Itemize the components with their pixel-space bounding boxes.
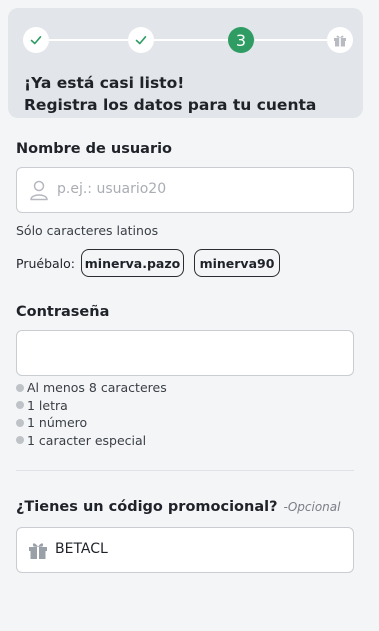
step-3-current: 3: [228, 27, 254, 53]
suggestion-chip-minerva90[interactable]: minerva90: [194, 249, 280, 277]
password-rule: 1 número: [16, 414, 167, 432]
username-input[interactable]: p.ej.: usuario20: [16, 167, 354, 213]
suggestions-label: Pruébalo:: [16, 256, 75, 271]
optional-tag: -Opcional: [283, 500, 341, 514]
step-connector: [49, 39, 128, 41]
rule-text: 1 letra: [27, 397, 68, 413]
password-rule: 1 letra: [16, 397, 167, 415]
registration-page: 3 ¡Ya está casi listo! Registra los dato…: [0, 0, 379, 631]
step-2-completed: [128, 27, 154, 53]
step-number: 3: [235, 30, 247, 50]
password-input[interactable]: [16, 330, 354, 376]
stepper: 3: [23, 27, 353, 53]
step-connector: [255, 39, 327, 41]
progress-title: ¡Ya está casi listo! Registra los datos …: [24, 72, 354, 116]
promo-code-value: BETACL: [55, 541, 108, 557]
password-rule: 1 caracter especial: [16, 432, 167, 450]
rule-status-dot: [16, 383, 24, 392]
username-helper-text: Sólo caracteres latinos: [16, 223, 159, 238]
section-divider: [16, 470, 354, 471]
rule-text: 1 caracter especial: [27, 432, 147, 448]
promo-code-input[interactable]: BETACL: [16, 527, 354, 573]
step-4-gift: [327, 27, 353, 53]
step-1-completed: [23, 27, 49, 53]
gift-icon: [334, 35, 346, 47]
rule-status-dot: [16, 436, 24, 445]
rule-status-dot: [16, 418, 24, 427]
user-icon: [30, 180, 48, 201]
check-icon: [30, 36, 42, 45]
progress-card: 3 ¡Ya está casi listo! Registra los dato…: [8, 8, 363, 118]
username-label: Nombre de usuario: [16, 141, 173, 157]
progress-title-line-2: Registra los datos para tu cuenta: [24, 96, 317, 114]
password-rule: Al menos 8 caracteres: [16, 379, 167, 397]
gift-icon: [29, 543, 47, 559]
password-rules: Al menos 8 caracteres 1 letra 1 número 1…: [16, 379, 167, 449]
step-connector: [154, 39, 229, 41]
progress-title-line-1: ¡Ya está casi listo!: [24, 74, 185, 92]
rule-status-dot: [16, 401, 24, 410]
check-icon: [135, 36, 147, 45]
rule-text: Al menos 8 caracteres: [27, 380, 167, 396]
suggestion-chip-minerva-pazo[interactable]: minerva.pazo: [81, 249, 184, 277]
username-placeholder: p.ej.: usuario20: [57, 181, 167, 197]
rule-text: 1 número: [27, 415, 88, 431]
password-label: Contraseña: [16, 304, 110, 320]
promo-label-text: ¿Tienes un código promocional?: [16, 499, 278, 515]
promo-label: ¿Tienes un código promocional? -Opcional: [16, 499, 340, 515]
